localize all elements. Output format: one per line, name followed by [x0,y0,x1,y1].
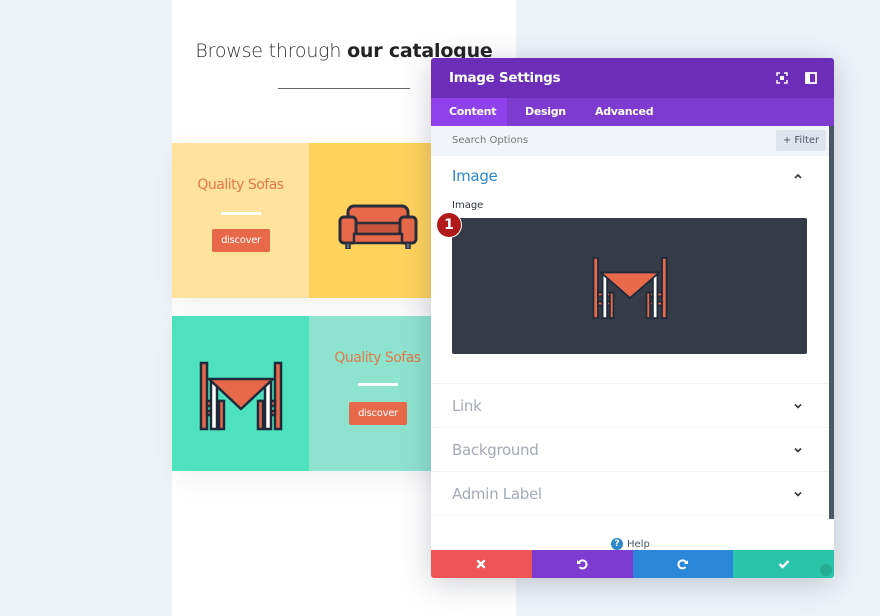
scrollbar[interactable] [829,126,834,519]
dining-table-icon [199,361,283,431]
feature-title: Quality Sofas [197,177,284,193]
image-field-label: Image [452,200,484,211]
expand-icon[interactable] [775,71,789,85]
save-button[interactable] [733,550,834,578]
section-image: Image Image 1 [431,156,829,384]
chevron-up-icon[interactable] [793,171,803,181]
heading-light: Browse through [195,40,348,62]
undo-button[interactable] [531,550,633,578]
help-label: Help [627,538,650,550]
discover-button[interactable]: discover [212,229,270,252]
section-background-title: Background [452,441,539,459]
feature-title: Quality Sofas [334,350,421,366]
tab-advanced[interactable]: Advanced [577,98,671,126]
heading-divider [278,88,410,89]
redo-icon [677,559,688,570]
modal-title: Image Settings [449,70,561,86]
redo-button[interactable] [632,550,734,578]
step-badge: 1 [437,213,461,237]
sofa-icon [338,204,418,249]
check-icon [778,560,789,569]
section-link[interactable]: Link [431,384,829,428]
help-icon: ? [611,538,623,550]
close-icon [477,559,486,569]
section-link-title: Link [452,397,482,415]
feature-text-cell [172,143,309,298]
cancel-button[interactable] [431,550,532,578]
section-admin-label[interactable]: Admin Label [431,472,829,516]
search-bar: + Filter [431,126,834,156]
tab-design[interactable]: Design [507,98,584,126]
modal-header[interactable]: Image Settings [431,58,834,98]
chevron-down-icon[interactable] [793,489,803,499]
section-background[interactable]: Background [431,428,829,472]
section-image-toggle[interactable]: Image [452,167,498,185]
help-link[interactable]: ? Help [611,538,650,550]
resize-handle[interactable] [820,564,832,576]
image-settings-modal: Image Settings Content Design Advanced +… [431,58,834,578]
chevron-down-icon[interactable] [793,445,803,455]
feature-divider [358,383,398,386]
dining-table-icon [592,256,668,320]
feature-divider [221,212,261,215]
split-view-icon[interactable] [804,71,818,85]
chevron-down-icon[interactable] [793,401,803,411]
undo-icon [577,559,588,570]
section-admin-label-title: Admin Label [452,485,542,503]
image-upload-preview[interactable] [452,218,807,354]
search-options-input[interactable] [452,135,702,146]
discover-button[interactable]: discover [349,402,407,425]
modal-footer [431,550,834,578]
filter-button[interactable]: + Filter [776,130,826,151]
tab-bar: Content Design Advanced [431,98,834,126]
tab-content[interactable]: Content [431,98,507,126]
